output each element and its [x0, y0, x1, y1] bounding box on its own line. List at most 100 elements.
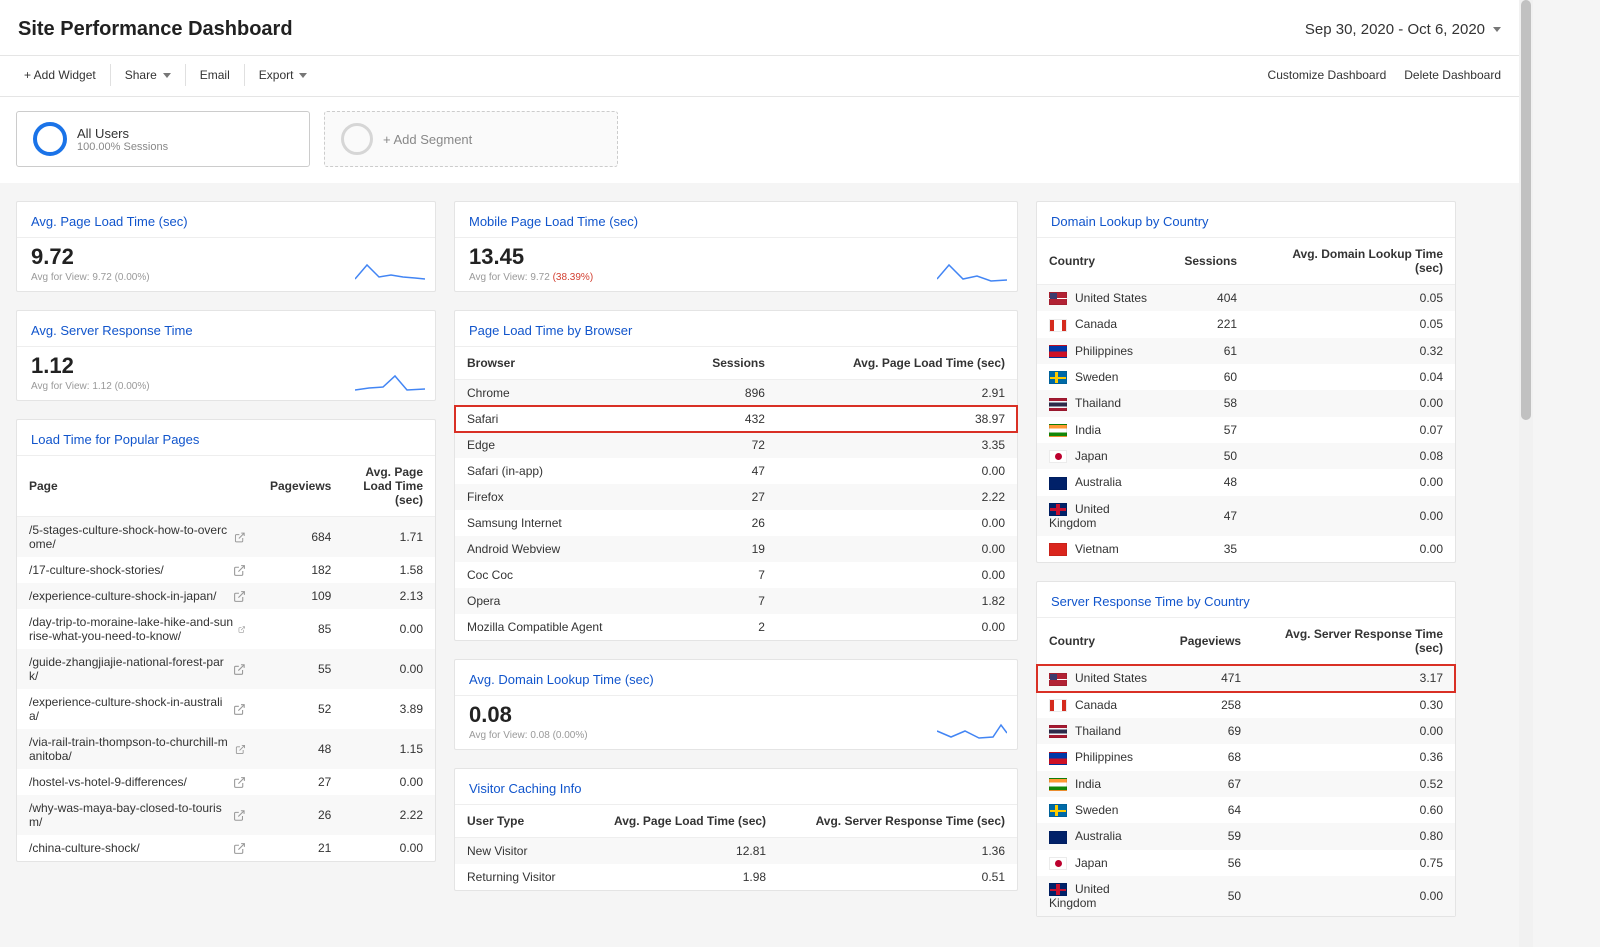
table-row[interactable]: New Visitor12.811.36 [455, 838, 1017, 865]
col-country[interactable]: Country [1037, 238, 1172, 285]
customize-dashboard-link[interactable]: Customize Dashboard [1268, 68, 1387, 82]
table-row[interactable]: /china-culture-shock/210.00 [17, 835, 435, 861]
table-row[interactable]: Opera71.82 [455, 588, 1017, 614]
col-server-time[interactable]: Avg. Server Response Time (sec) [778, 805, 1017, 838]
scrollbar-thumb[interactable] [1521, 0, 1531, 420]
table-row[interactable]: Samsung Internet260.00 [455, 510, 1017, 536]
table-row[interactable]: United Kingdom470.00 [1037, 496, 1455, 536]
cell-sessions: 2 [672, 614, 777, 640]
table-row[interactable]: Japan500.08 [1037, 443, 1455, 469]
col-load-time[interactable]: Avg. Page Load Time (sec) [343, 456, 435, 517]
card-title[interactable]: Avg. Server Response Time [17, 311, 435, 347]
cell-dns: 0.07 [1249, 417, 1455, 443]
cell-pageviews: 26 [258, 795, 343, 835]
table-row[interactable]: Returning Visitor1.980.51 [455, 864, 1017, 890]
card-title[interactable]: Avg. Domain Lookup Time (sec) [455, 660, 1017, 696]
col-country[interactable]: Country [1037, 618, 1168, 665]
cell-browser: Coc Coc [455, 562, 672, 588]
col-load-time[interactable]: Avg. Page Load Time (sec) [581, 805, 778, 838]
table-row[interactable]: /guide-zhangjiajie-national-forest-park/… [17, 649, 435, 689]
table-row[interactable]: Japan560.75 [1037, 850, 1455, 876]
table-row[interactable]: Sweden600.04 [1037, 364, 1455, 390]
cell-sess: 221 [1172, 311, 1249, 337]
col-page[interactable]: Page [17, 456, 258, 517]
card-popular-pages: Load Time for Popular Pages Page Pagevie… [16, 419, 436, 862]
cell-load: 0.00 [343, 649, 435, 689]
table-row[interactable]: Thailand580.00 [1037, 390, 1455, 416]
table-row[interactable]: United Kingdom500.00 [1037, 876, 1455, 916]
cell-pv: 64 [1168, 797, 1253, 823]
col-dns-time[interactable]: Avg. Domain Lookup Time (sec) [1249, 238, 1455, 285]
table-row[interactable]: /5-stages-culture-shock-how-to-overcome/… [17, 517, 435, 558]
cell-sess: 58 [1172, 390, 1249, 416]
table-row[interactable]: /day-trip-to-moraine-lake-hike-and-sunri… [17, 609, 435, 649]
col-load-time[interactable]: Avg. Page Load Time (sec) [777, 347, 1017, 380]
table-row[interactable]: Firefox272.22 [455, 484, 1017, 510]
table-row[interactable]: /hostel-vs-hotel-9-differences/270.00 [17, 769, 435, 795]
cell-load: 3.35 [777, 432, 1017, 458]
vertical-scrollbar[interactable] [1519, 0, 1533, 947]
card-title[interactable]: Domain Lookup by Country [1037, 202, 1455, 238]
email-button[interactable]: Email [186, 64, 245, 86]
card-title[interactable]: Server Response Time by Country [1037, 582, 1455, 618]
table-row[interactable]: Safari (in-app)470.00 [455, 458, 1017, 484]
add-segment-label: + Add Segment [383, 132, 472, 147]
table-row[interactable]: United States4040.05 [1037, 285, 1455, 312]
col-pageviews[interactable]: Pageviews [1168, 618, 1253, 665]
col-user-type[interactable]: User Type [455, 805, 581, 838]
cell-load: 1.82 [777, 588, 1017, 614]
card-title[interactable]: Avg. Page Load Time (sec) [17, 202, 435, 238]
table-row[interactable]: Philippines680.36 [1037, 744, 1455, 770]
card-title[interactable]: Load Time for Popular Pages [17, 420, 435, 456]
add-widget-button[interactable]: + Add Widget [10, 64, 111, 86]
cell-country: Canada [1037, 692, 1168, 718]
table-row[interactable]: Philippines610.32 [1037, 338, 1455, 364]
sparkline-chart [937, 719, 1007, 743]
segment-circle-icon [33, 122, 67, 156]
card-title[interactable]: Page Load Time by Browser [455, 311, 1017, 347]
add-segment-button[interactable]: + Add Segment [324, 111, 618, 167]
cell-pageviews: 684 [258, 517, 343, 558]
flag-icon [1049, 543, 1067, 556]
card-title[interactable]: Visitor Caching Info [455, 769, 1017, 805]
table-row[interactable]: Edge723.35 [455, 432, 1017, 458]
cell-country: United States [1037, 285, 1172, 312]
table-row[interactable]: Safari43238.97 [455, 406, 1017, 432]
table-row[interactable]: Mozilla Compatible Agent20.00 [455, 614, 1017, 640]
col-sessions[interactable]: Sessions [672, 347, 777, 380]
table-row[interactable]: Android Webview190.00 [455, 536, 1017, 562]
share-button[interactable]: Share [111, 64, 186, 86]
col-pageviews[interactable]: Pageviews [258, 456, 343, 517]
delete-dashboard-link[interactable]: Delete Dashboard [1404, 68, 1501, 82]
table-row[interactable]: Vietnam350.00 [1037, 536, 1455, 562]
card-title[interactable]: Mobile Page Load Time (sec) [455, 202, 1017, 238]
segment-all-users[interactable]: All Users 100.00% Sessions [16, 111, 310, 167]
table-row[interactable]: Thailand690.00 [1037, 718, 1455, 744]
col-sessions[interactable]: Sessions [1172, 238, 1249, 285]
cell-pageviews: 55 [258, 649, 343, 689]
flag-icon [1049, 503, 1067, 516]
date-range-picker[interactable]: Sep 30, 2020 - Oct 6, 2020 [1305, 21, 1501, 38]
cell-pageviews: 109 [258, 583, 343, 609]
cell-load: 0.00 [777, 536, 1017, 562]
table-row[interactable]: /via-rail-train-thompson-to-churchill-ma… [17, 729, 435, 769]
export-button[interactable]: Export [245, 64, 322, 86]
table-row[interactable]: Sweden640.60 [1037, 797, 1455, 823]
table-row[interactable]: /experience-culture-shock-in-australia/5… [17, 689, 435, 729]
table-row[interactable]: Australia590.80 [1037, 823, 1455, 849]
table-row[interactable]: /why-was-maya-bay-closed-to-tourism/262.… [17, 795, 435, 835]
col-server-time[interactable]: Avg. Server Response Time (sec) [1253, 618, 1455, 665]
table-row[interactable]: Chrome8962.91 [455, 380, 1017, 407]
table-row[interactable]: India570.07 [1037, 417, 1455, 443]
col-browser[interactable]: Browser [455, 347, 672, 380]
cell-load: 12.81 [581, 838, 778, 865]
table-row[interactable]: India670.52 [1037, 771, 1455, 797]
table-row[interactable]: United States4713.17 [1037, 665, 1455, 692]
table-row[interactable]: Coc Coc70.00 [455, 562, 1017, 588]
table-row[interactable]: /17-culture-shock-stories/1821.58 [17, 557, 435, 583]
table-row[interactable]: Canada2580.30 [1037, 692, 1455, 718]
table-row[interactable]: Australia480.00 [1037, 469, 1455, 495]
external-link-icon [233, 809, 246, 822]
table-row[interactable]: /experience-culture-shock-in-japan/1092.… [17, 583, 435, 609]
table-row[interactable]: Canada2210.05 [1037, 311, 1455, 337]
